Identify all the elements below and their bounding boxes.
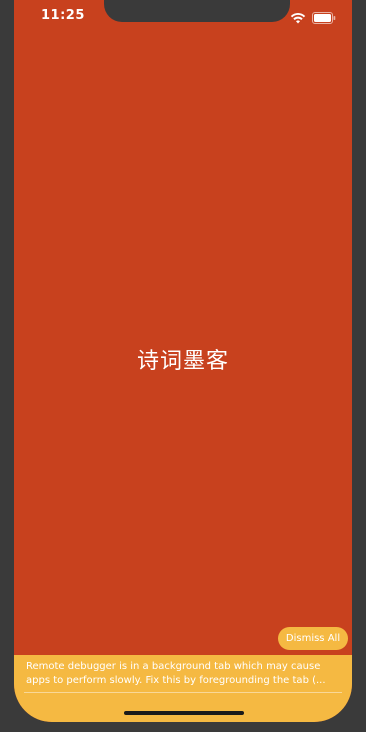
wifi-icon [290,9,306,28]
device-frame: 11:25 诗词墨客 Dismiss All Remote debugger i… [0,0,366,732]
app-title: 诗词墨客 [136,349,229,374]
app-screen: 11:25 诗词墨客 Dismiss All Remote debugger i… [14,0,352,722]
status-time: 11:25 [41,8,85,23]
debugger-warning-line-1: Remote debugger is in a background tab w… [26,661,321,672]
banner-divider [24,692,342,693]
debugger-warning-text: Remote debugger is in a background tab w… [26,660,342,688]
battery-icon [312,9,336,28]
device-notch [104,0,290,22]
home-indicator[interactable] [124,711,244,715]
status-icons [290,9,336,28]
dismiss-all-button[interactable]: Dismiss All [278,627,348,650]
debugger-warning-line-2: apps to perform slowly. Fix this by fore… [26,675,326,686]
